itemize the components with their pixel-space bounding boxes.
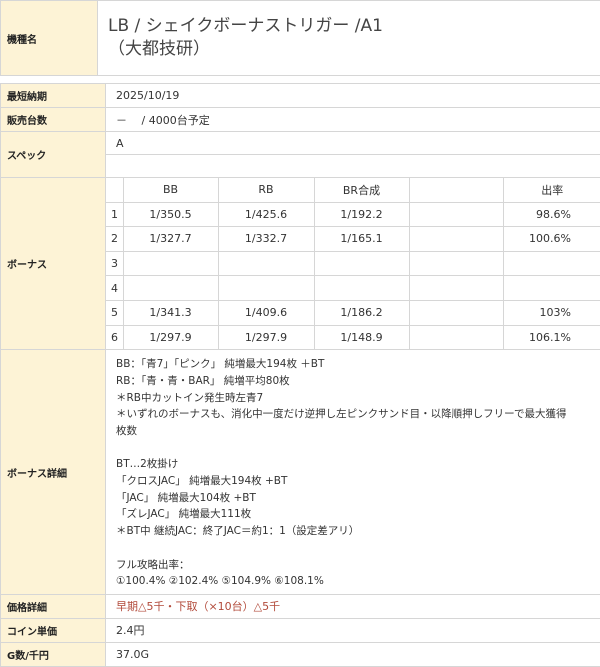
detail-line: ①100.4% ②102.4% ⑤104.9% ⑥108.1%	[116, 573, 590, 590]
payout-rate: 106.1%	[503, 325, 600, 349]
games-per-1000-label: G数/千円	[1, 642, 106, 666]
bonus-detail-label: ボーナス詳細	[1, 350, 106, 595]
rb-probability: 1/409.6	[218, 300, 314, 325]
header-rb: RB	[218, 178, 314, 202]
br-probability	[314, 276, 409, 301]
extra-cell	[409, 276, 503, 301]
detail-line	[116, 540, 590, 557]
sales-value: － / 4000台予定	[106, 108, 600, 132]
bonus-probability-table: BB RB BR合成 出率 1 1/350.5 1/425.6 1/192.2 …	[106, 178, 600, 349]
bonus-header-row: BB RB BR合成 出率	[106, 178, 600, 202]
bb-probability: 1/327.7	[123, 227, 218, 252]
release-row: 最短納期 2025/10/19	[1, 84, 600, 108]
bonus-label: ボーナス	[1, 178, 106, 350]
detail-line: 「ズレJAC」 純増最大111枚	[116, 506, 590, 523]
br-probability: 1/165.1	[314, 227, 409, 252]
header-br-combined: BR合成	[314, 178, 409, 202]
machine-name-table: 機種名 LB / シェイクボーナストリガー /A1 （大都技研）	[0, 0, 600, 76]
payout-rate	[503, 251, 600, 276]
detail-line: ＊BT中 継続JAC：終了JAC＝約1：1（設定差アリ）	[116, 523, 590, 540]
spec-type-value: A	[106, 132, 600, 155]
rb-probability: 1/425.6	[218, 202, 314, 227]
setting-number: 5	[106, 300, 123, 325]
extra-cell	[409, 325, 503, 349]
spec-secondary-value	[106, 155, 600, 178]
detail-line	[116, 440, 590, 457]
setting-row-4: 4	[106, 276, 600, 301]
setting-number: 4	[106, 276, 123, 301]
rb-probability	[218, 251, 314, 276]
maker-name: （大都技研）	[108, 38, 600, 61]
price-value: 早期△5千・下取（×10台）△5千	[106, 594, 600, 618]
bonus-detail-row: ボーナス詳細 BB：「青7」「ピンク」 純増最大194枚 ＋BT RB：「青・青…	[1, 350, 600, 595]
detail-line: ＊RB中カットイン発生時左青7	[116, 390, 590, 407]
rb-probability: 1/297.9	[218, 325, 314, 349]
bb-probability: 1/297.9	[123, 325, 218, 349]
payout-rate	[503, 276, 600, 301]
rb-probability	[218, 276, 314, 301]
machine-title: LB / シェイクボーナストリガー /A1	[108, 15, 600, 38]
coin-label: コイン単価	[1, 618, 106, 642]
rb-probability: 1/332.7	[218, 227, 314, 252]
setting-row-2: 2 1/327.7 1/332.7 1/165.1 100.6%	[106, 227, 600, 252]
bb-probability	[123, 251, 218, 276]
setting-row-6: 6 1/297.9 1/297.9 1/148.9 106.1%	[106, 325, 600, 349]
br-probability: 1/186.2	[314, 300, 409, 325]
setting-number: 1	[106, 202, 123, 227]
games-per-1000-row: G数/千円 37.0G	[1, 642, 600, 666]
bonus-row: ボーナス BB RB BR合成 出率 1 1/350.5	[1, 178, 600, 350]
spec-inner-table: A	[106, 132, 600, 177]
detail-line: 「JAC」 純増最大104枚 +BT	[116, 490, 590, 507]
br-probability: 1/148.9	[314, 325, 409, 349]
bonus-detail-text: BB：「青7」「ピンク」 純増最大194枚 ＋BT RB：「青・青・BAR」 純…	[106, 350, 600, 595]
br-probability	[314, 251, 409, 276]
payout-rate: 103%	[503, 300, 600, 325]
setting-row-1: 1 1/350.5 1/425.6 1/192.2 98.6%	[106, 202, 600, 227]
payout-rate: 100.6%	[503, 227, 600, 252]
spec-row: スペック A	[1, 132, 600, 178]
bb-probability	[123, 276, 218, 301]
header-payout-rate: 出率	[503, 178, 600, 202]
spec-table: 最短納期 2025/10/19 販売台数 － / 4000台予定 スペック A …	[0, 83, 600, 667]
detail-line: フル攻略出率：	[116, 557, 590, 574]
setting-number: 3	[106, 251, 123, 276]
games-per-1000-value: 37.0G	[106, 642, 600, 666]
spec-label: スペック	[1, 132, 106, 178]
payout-rate: 98.6%	[503, 202, 600, 227]
price-row: 価格詳細 早期△5千・下取（×10台）△5千	[1, 594, 600, 618]
extra-cell	[409, 300, 503, 325]
price-label: 価格詳細	[1, 594, 106, 618]
header-setting	[106, 178, 123, 202]
detail-line: 枚数	[116, 423, 590, 440]
coin-value: 2.4円	[106, 618, 600, 642]
extra-cell	[409, 227, 503, 252]
sales-label: 販売台数	[1, 108, 106, 132]
br-probability: 1/192.2	[314, 202, 409, 227]
coin-row: コイン単価 2.4円	[1, 618, 600, 642]
machine-name-value: LB / シェイクボーナストリガー /A1 （大都技研）	[98, 1, 600, 76]
detail-line: ＊いずれのボーナスも、消化中一度だけ逆押し左ピンクサンド目・以降順押しフリーで最…	[116, 406, 590, 423]
setting-number: 2	[106, 227, 123, 252]
release-value: 2025/10/19	[106, 84, 600, 108]
machine-name-label: 機種名	[1, 1, 98, 76]
sales-row: 販売台数 － / 4000台予定	[1, 108, 600, 132]
extra-cell	[409, 251, 503, 276]
detail-line: BB：「青7」「ピンク」 純増最大194枚 ＋BT	[116, 356, 590, 373]
detail-line: RB：「青・青・BAR」 純増平均80枚	[116, 373, 590, 390]
setting-row-5: 5 1/341.3 1/409.6 1/186.2 103%	[106, 300, 600, 325]
setting-number: 6	[106, 325, 123, 349]
header-bb: BB	[123, 178, 218, 202]
detail-line: 「クロスJAC」 純増最大194枚 +BT	[116, 473, 590, 490]
bb-probability: 1/341.3	[123, 300, 218, 325]
header-blank	[409, 178, 503, 202]
extra-cell	[409, 202, 503, 227]
setting-row-3: 3	[106, 251, 600, 276]
release-label: 最短納期	[1, 84, 106, 108]
detail-line: BT…2枚掛け	[116, 456, 590, 473]
bb-probability: 1/350.5	[123, 202, 218, 227]
